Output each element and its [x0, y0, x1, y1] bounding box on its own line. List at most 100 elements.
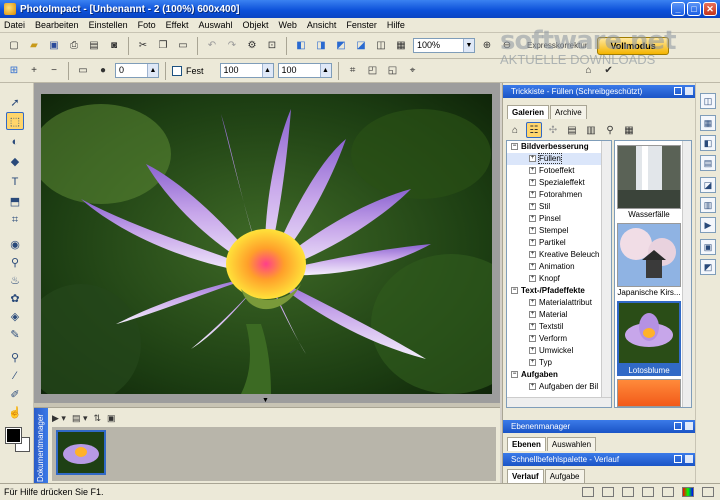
pen-tool-icon[interactable]: ✐: [6, 385, 24, 403]
hand-tool-icon[interactable]: ☝: [6, 403, 24, 421]
panel-toggle-icon[interactable]: ◧: [700, 135, 716, 151]
save-icon[interactable]: ▣: [46, 38, 62, 54]
lock-icon[interactable]: ⌂: [581, 63, 597, 79]
close-button[interactable]: ✕: [703, 2, 717, 16]
tab-ebenen[interactable]: Ebenen: [507, 437, 546, 451]
new-gallery-icon[interactable]: ▤: [564, 122, 580, 138]
tree-item[interactable]: + Textstil: [507, 321, 611, 333]
apply-icon[interactable]: ✣: [545, 122, 561, 138]
expand-icon[interactable]: +: [529, 311, 536, 319]
gallery-options-icon[interactable]: ▥: [583, 122, 599, 138]
eraser-tool-icon[interactable]: ◈: [6, 307, 24, 325]
menu-effekt[interactable]: Effekt: [166, 20, 189, 30]
scan-icon[interactable]: ▤: [86, 38, 102, 54]
gallery-item[interactable]: Japanische Kirs...: [617, 223, 681, 298]
crop-icon[interactable]: ⊡: [264, 38, 280, 54]
panel-toggle-icon[interactable]: ◩: [700, 259, 716, 275]
tree-item[interactable]: + Pinsel: [507, 213, 611, 225]
retouch-tool-icon[interactable]: ✎: [6, 325, 24, 343]
panel-toggle-icon[interactable]: ▣: [700, 239, 716, 255]
redo-icon[interactable]: ↷: [224, 38, 240, 54]
expand-icon[interactable]: +: [529, 215, 536, 223]
expand-icon[interactable]: +: [529, 263, 536, 271]
expand-icon[interactable]: +: [529, 359, 536, 367]
expand-icon[interactable]: +: [529, 191, 536, 199]
tree-scrollbar[interactable]: [601, 141, 611, 397]
expand-icon[interactable]: +: [529, 323, 536, 331]
menu-objekt[interactable]: Objekt: [243, 20, 269, 30]
select-all-icon[interactable]: ⌗: [345, 63, 361, 79]
invert-selection-icon[interactable]: ◰: [365, 63, 381, 79]
panel-close-icon[interactable]: [685, 422, 693, 430]
crop-tool-icon[interactable]: ⌗: [6, 211, 24, 229]
color-swatches[interactable]: [5, 427, 30, 454]
tree-item[interactable]: + Animation: [507, 261, 611, 273]
selection-tool-icon[interactable]: ⬚: [6, 112, 24, 130]
tree-item[interactable]: + Fotoeffekt: [507, 165, 611, 177]
tab-aufgabe[interactable]: Aufgabe: [544, 469, 585, 483]
tree-item[interactable]: + Spezialeffekt: [507, 177, 611, 189]
menu-ansicht[interactable]: Ansicht: [307, 20, 337, 30]
expand-icon[interactable]: +: [529, 383, 536, 391]
eyedropper-tool-icon[interactable]: ⁄: [6, 367, 24, 385]
tree-item[interactable]: + Verform: [507, 333, 611, 345]
tree-view-icon[interactable]: ☷: [526, 122, 542, 138]
curve-icon[interactable]: ◩: [333, 38, 349, 54]
gallery-item[interactable]: [617, 379, 681, 407]
expand-icon[interactable]: +: [529, 203, 536, 211]
menu-einstellen[interactable]: Einstellen: [89, 20, 128, 30]
brush-tool-icon[interactable]: ♨: [6, 271, 24, 289]
tab-auswahlen[interactable]: Auswahlen: [546, 437, 597, 451]
bucket-fill-icon[interactable]: ◆: [6, 152, 24, 170]
quickfix-label[interactable]: Expresskorrektur: [527, 41, 587, 50]
expand-icon[interactable]: +: [529, 275, 536, 283]
menu-foto[interactable]: Foto: [138, 20, 156, 30]
tree-category[interactable]: − Bildverbesserung: [507, 141, 611, 153]
tree-item[interactable]: + Kreative Beleuch: [507, 249, 611, 261]
stamp-tool-icon[interactable]: ⚲: [6, 253, 24, 271]
fullmode-button[interactable]: Vollmodus: [597, 36, 669, 55]
panel-toggle-icon[interactable]: ▦: [700, 115, 716, 131]
tree-item[interactable]: + Materialattribut: [507, 297, 611, 309]
lasso-tool-icon[interactable]: ◐: [6, 133, 24, 151]
panel-close-icon[interactable]: [685, 455, 693, 463]
fest-checkbox[interactable]: [172, 65, 182, 76]
collapse-icon[interactable]: −: [511, 287, 518, 295]
color-icon[interactable]: ◨: [313, 38, 329, 54]
float-icon[interactable]: [674, 455, 682, 463]
camera-icon[interactable]: ◙: [106, 38, 122, 54]
eye-tool-icon[interactable]: ◉: [6, 235, 24, 253]
tree-item[interactable]: + Fotorahmen: [507, 189, 611, 201]
document-thumbnail[interactable]: [56, 430, 106, 475]
palette-icon[interactable]: ▦: [393, 38, 409, 54]
subtract-icon[interactable]: −: [46, 63, 62, 79]
collapse-icon[interactable]: −: [511, 143, 518, 151]
maximize-button[interactable]: □: [687, 2, 701, 16]
cut-icon[interactable]: ✂: [135, 38, 151, 54]
expand-icon[interactable]: +: [529, 251, 536, 259]
effect-icon[interactable]: ◪: [353, 38, 369, 54]
expand-icon[interactable]: +: [529, 179, 536, 187]
transform-icon[interactable]: ⚙: [244, 38, 260, 54]
float-icon[interactable]: [674, 422, 682, 430]
tree-item[interactable]: + Material: [507, 309, 611, 321]
image-canvas[interactable]: [41, 94, 492, 394]
circle-shape-icon[interactable]: ●: [95, 63, 111, 79]
gallery-item[interactable]: Wasserfälle: [617, 145, 681, 220]
expand-icon[interactable]: +: [529, 167, 536, 175]
tree-item[interactable]: + Aufgaben der Bil: [507, 381, 611, 393]
gallery-scrollbar[interactable]: [682, 141, 691, 407]
panel-toggle-icon[interactable]: ▶: [700, 217, 716, 233]
new-file-icon[interactable]: ▢: [6, 38, 22, 54]
tab-galerien[interactable]: Galerien: [507, 105, 550, 119]
tree-item[interactable]: + Partikel: [507, 237, 611, 249]
expand-icon[interactable]: +: [529, 335, 536, 343]
adjust-icon[interactable]: ◧: [293, 38, 309, 54]
print-icon[interactable]: ⎙: [66, 38, 82, 54]
open-folder-icon[interactable]: ▰: [26, 38, 42, 54]
menu-fenster[interactable]: Fenster: [346, 20, 377, 30]
clone-tool-icon[interactable]: ✿: [6, 289, 24, 307]
tree-horizontal-scrollbar[interactable]: [507, 397, 611, 407]
sort-icon[interactable]: ⇅: [93, 413, 101, 424]
menu-hilfe[interactable]: Hilfe: [387, 20, 405, 30]
